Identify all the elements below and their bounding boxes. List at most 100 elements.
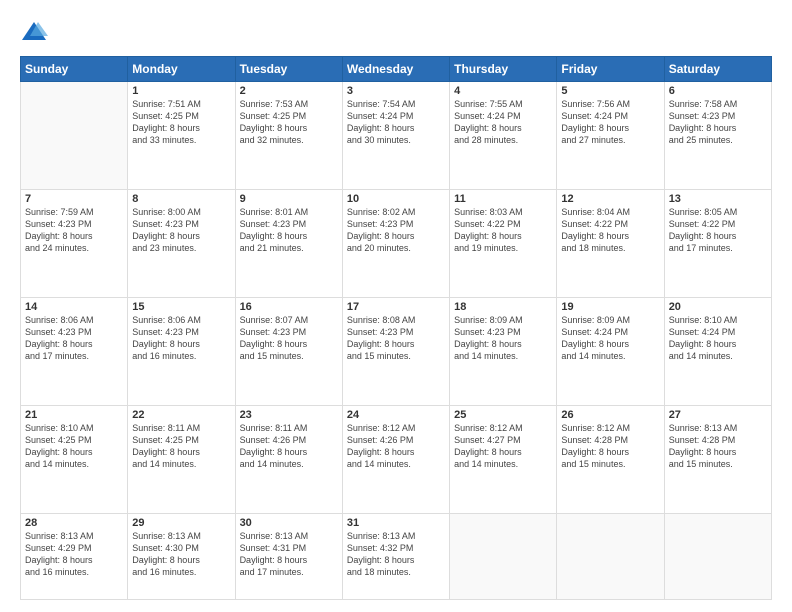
day-info: Sunrise: 7:55 AM Sunset: 4:24 PM Dayligh… — [454, 98, 552, 147]
day-info: Sunrise: 7:54 AM Sunset: 4:24 PM Dayligh… — [347, 98, 445, 147]
day-info: Sunrise: 7:58 AM Sunset: 4:23 PM Dayligh… — [669, 98, 767, 147]
day-number: 8 — [132, 193, 230, 205]
calendar-table: Sunday Monday Tuesday Wednesday Thursday… — [20, 56, 772, 600]
day-cell: 20Sunrise: 8:10 AM Sunset: 4:24 PM Dayli… — [664, 298, 771, 406]
day-number: 18 — [454, 301, 552, 313]
day-cell: 3Sunrise: 7:54 AM Sunset: 4:24 PM Daylig… — [342, 82, 449, 190]
day-cell: 29Sunrise: 8:13 AM Sunset: 4:30 PM Dayli… — [128, 514, 235, 600]
day-cell: 7Sunrise: 7:59 AM Sunset: 4:23 PM Daylig… — [21, 190, 128, 298]
day-number: 30 — [240, 517, 338, 529]
logo-icon — [20, 18, 48, 46]
col-monday: Monday — [128, 57, 235, 82]
day-number: 23 — [240, 409, 338, 421]
day-info: Sunrise: 8:11 AM Sunset: 4:25 PM Dayligh… — [132, 422, 230, 471]
day-number: 7 — [25, 193, 123, 205]
day-info: Sunrise: 8:12 AM Sunset: 4:27 PM Dayligh… — [454, 422, 552, 471]
day-cell — [21, 82, 128, 190]
day-cell: 18Sunrise: 8:09 AM Sunset: 4:23 PM Dayli… — [450, 298, 557, 406]
week-row-5: 28Sunrise: 8:13 AM Sunset: 4:29 PM Dayli… — [21, 514, 772, 600]
day-number: 3 — [347, 85, 445, 97]
day-number: 28 — [25, 517, 123, 529]
day-info: Sunrise: 8:12 AM Sunset: 4:28 PM Dayligh… — [561, 422, 659, 471]
day-cell: 6Sunrise: 7:58 AM Sunset: 4:23 PM Daylig… — [664, 82, 771, 190]
day-info: Sunrise: 7:56 AM Sunset: 4:24 PM Dayligh… — [561, 98, 659, 147]
day-number: 27 — [669, 409, 767, 421]
day-info: Sunrise: 8:03 AM Sunset: 4:22 PM Dayligh… — [454, 206, 552, 255]
day-info: Sunrise: 8:13 AM Sunset: 4:31 PM Dayligh… — [240, 530, 338, 579]
day-info: Sunrise: 8:13 AM Sunset: 4:30 PM Dayligh… — [132, 530, 230, 579]
day-info: Sunrise: 8:09 AM Sunset: 4:23 PM Dayligh… — [454, 314, 552, 363]
day-cell: 1Sunrise: 7:51 AM Sunset: 4:25 PM Daylig… — [128, 82, 235, 190]
week-row-4: 21Sunrise: 8:10 AM Sunset: 4:25 PM Dayli… — [21, 406, 772, 514]
day-number: 9 — [240, 193, 338, 205]
day-number: 12 — [561, 193, 659, 205]
day-info: Sunrise: 8:12 AM Sunset: 4:26 PM Dayligh… — [347, 422, 445, 471]
day-number: 14 — [25, 301, 123, 313]
day-cell: 15Sunrise: 8:06 AM Sunset: 4:23 PM Dayli… — [128, 298, 235, 406]
day-info: Sunrise: 8:01 AM Sunset: 4:23 PM Dayligh… — [240, 206, 338, 255]
day-info: Sunrise: 8:13 AM Sunset: 4:29 PM Dayligh… — [25, 530, 123, 579]
day-number: 29 — [132, 517, 230, 529]
day-cell — [557, 514, 664, 600]
day-cell: 11Sunrise: 8:03 AM Sunset: 4:22 PM Dayli… — [450, 190, 557, 298]
logo — [20, 18, 52, 46]
day-cell: 19Sunrise: 8:09 AM Sunset: 4:24 PM Dayli… — [557, 298, 664, 406]
day-cell: 25Sunrise: 8:12 AM Sunset: 4:27 PM Dayli… — [450, 406, 557, 514]
col-wednesday: Wednesday — [342, 57, 449, 82]
day-number: 15 — [132, 301, 230, 313]
day-number: 19 — [561, 301, 659, 313]
day-number: 20 — [669, 301, 767, 313]
day-info: Sunrise: 8:06 AM Sunset: 4:23 PM Dayligh… — [132, 314, 230, 363]
day-info: Sunrise: 8:05 AM Sunset: 4:22 PM Dayligh… — [669, 206, 767, 255]
day-info: Sunrise: 8:13 AM Sunset: 4:32 PM Dayligh… — [347, 530, 445, 579]
day-cell: 28Sunrise: 8:13 AM Sunset: 4:29 PM Dayli… — [21, 514, 128, 600]
day-cell: 12Sunrise: 8:04 AM Sunset: 4:22 PM Dayli… — [557, 190, 664, 298]
day-info: Sunrise: 8:11 AM Sunset: 4:26 PM Dayligh… — [240, 422, 338, 471]
day-cell: 22Sunrise: 8:11 AM Sunset: 4:25 PM Dayli… — [128, 406, 235, 514]
day-info: Sunrise: 8:06 AM Sunset: 4:23 PM Dayligh… — [25, 314, 123, 363]
day-number: 4 — [454, 85, 552, 97]
day-cell: 13Sunrise: 8:05 AM Sunset: 4:22 PM Dayli… — [664, 190, 771, 298]
day-number: 5 — [561, 85, 659, 97]
col-friday: Friday — [557, 57, 664, 82]
day-cell: 9Sunrise: 8:01 AM Sunset: 4:23 PM Daylig… — [235, 190, 342, 298]
day-info: Sunrise: 7:53 AM Sunset: 4:25 PM Dayligh… — [240, 98, 338, 147]
day-cell: 10Sunrise: 8:02 AM Sunset: 4:23 PM Dayli… — [342, 190, 449, 298]
day-number: 1 — [132, 85, 230, 97]
day-number: 17 — [347, 301, 445, 313]
week-row-1: 1Sunrise: 7:51 AM Sunset: 4:25 PM Daylig… — [21, 82, 772, 190]
day-cell: 21Sunrise: 8:10 AM Sunset: 4:25 PM Dayli… — [21, 406, 128, 514]
day-number: 11 — [454, 193, 552, 205]
day-info: Sunrise: 8:13 AM Sunset: 4:28 PM Dayligh… — [669, 422, 767, 471]
day-number: 22 — [132, 409, 230, 421]
day-info: Sunrise: 8:10 AM Sunset: 4:24 PM Dayligh… — [669, 314, 767, 363]
day-cell: 14Sunrise: 8:06 AM Sunset: 4:23 PM Dayli… — [21, 298, 128, 406]
day-number: 25 — [454, 409, 552, 421]
day-number: 26 — [561, 409, 659, 421]
day-cell: 23Sunrise: 8:11 AM Sunset: 4:26 PM Dayli… — [235, 406, 342, 514]
day-cell: 4Sunrise: 7:55 AM Sunset: 4:24 PM Daylig… — [450, 82, 557, 190]
week-row-2: 7Sunrise: 7:59 AM Sunset: 4:23 PM Daylig… — [21, 190, 772, 298]
day-cell — [664, 514, 771, 600]
day-cell: 26Sunrise: 8:12 AM Sunset: 4:28 PM Dayli… — [557, 406, 664, 514]
day-info: Sunrise: 7:59 AM Sunset: 4:23 PM Dayligh… — [25, 206, 123, 255]
day-number: 24 — [347, 409, 445, 421]
header — [20, 18, 772, 46]
col-thursday: Thursday — [450, 57, 557, 82]
day-info: Sunrise: 8:10 AM Sunset: 4:25 PM Dayligh… — [25, 422, 123, 471]
col-tuesday: Tuesday — [235, 57, 342, 82]
day-number: 16 — [240, 301, 338, 313]
day-info: Sunrise: 8:04 AM Sunset: 4:22 PM Dayligh… — [561, 206, 659, 255]
day-cell: 2Sunrise: 7:53 AM Sunset: 4:25 PM Daylig… — [235, 82, 342, 190]
col-sunday: Sunday — [21, 57, 128, 82]
day-info: Sunrise: 8:09 AM Sunset: 4:24 PM Dayligh… — [561, 314, 659, 363]
col-saturday: Saturday — [664, 57, 771, 82]
day-number: 13 — [669, 193, 767, 205]
day-number: 6 — [669, 85, 767, 97]
page: Sunday Monday Tuesday Wednesday Thursday… — [0, 0, 792, 612]
day-number: 21 — [25, 409, 123, 421]
day-cell: 16Sunrise: 8:07 AM Sunset: 4:23 PM Dayli… — [235, 298, 342, 406]
day-info: Sunrise: 8:07 AM Sunset: 4:23 PM Dayligh… — [240, 314, 338, 363]
day-info: Sunrise: 8:02 AM Sunset: 4:23 PM Dayligh… — [347, 206, 445, 255]
day-cell: 30Sunrise: 8:13 AM Sunset: 4:31 PM Dayli… — [235, 514, 342, 600]
